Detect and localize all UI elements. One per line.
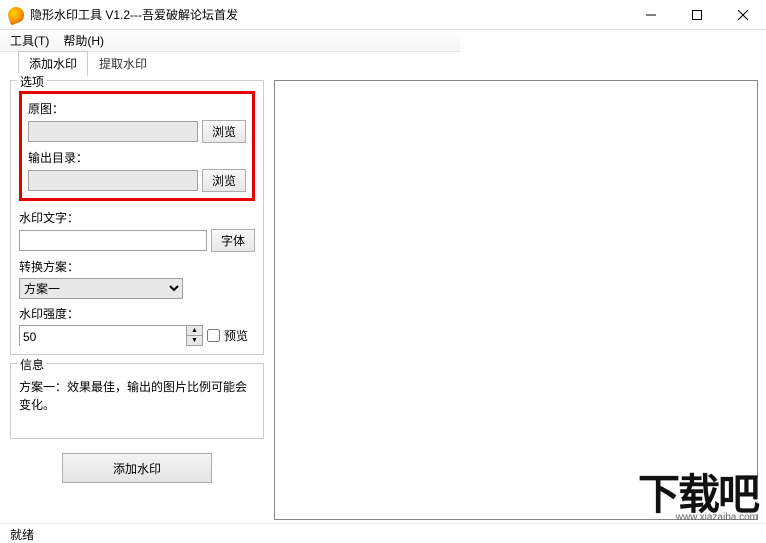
menu-bar: 工具(T) 帮助(H): [0, 30, 460, 52]
original-image-input[interactable]: [28, 121, 198, 142]
add-watermark-button[interactable]: 添加水印: [62, 453, 212, 483]
strength-label: 水印强度：: [19, 305, 255, 322]
preview-panel: [274, 80, 758, 520]
strength-spinner[interactable]: ▲ ▼: [19, 325, 203, 346]
tab-extract-watermark[interactable]: 提取水印: [88, 51, 158, 76]
window-title: 隐形水印工具 V1.2---吾爱破解论坛首发: [30, 6, 238, 23]
info-group: 信息 方案一：效果最佳，输出的图片比例可能会变化。: [10, 363, 264, 439]
watermark-text-label: 水印文字：: [19, 209, 255, 226]
scheme-select[interactable]: 方案一: [19, 278, 183, 299]
menu-tools[interactable]: 工具(T): [10, 32, 49, 49]
font-button[interactable]: 字体: [211, 229, 255, 252]
status-text: 就绪: [10, 528, 34, 542]
original-image-label: 原图：: [28, 100, 246, 117]
status-bar: 就绪: [0, 523, 766, 543]
options-group: 选项 原图： 浏览 输出目录： 浏览: [10, 80, 264, 355]
menu-help[interactable]: 帮助(H): [63, 32, 104, 49]
app-icon: [6, 4, 27, 25]
spin-up-icon[interactable]: ▲: [187, 326, 202, 336]
output-dir-input[interactable]: [28, 170, 198, 191]
options-group-title: 选项: [17, 73, 47, 90]
scheme-label: 转换方案：: [19, 258, 255, 275]
minimize-button[interactable]: [628, 0, 674, 30]
tab-strip: 添加水印 提取水印: [0, 52, 766, 76]
maximize-button[interactable]: [674, 0, 720, 30]
watermark-text-input[interactable]: [19, 230, 207, 251]
info-group-title: 信息: [17, 356, 47, 373]
highlighted-required-fields: 原图： 浏览 输出目录： 浏览: [19, 91, 255, 201]
preview-checkbox[interactable]: [207, 329, 220, 342]
browse-output-button[interactable]: 浏览: [202, 169, 246, 192]
spin-down-icon[interactable]: ▼: [187, 336, 202, 345]
title-bar: 隐形水印工具 V1.2---吾爱破解论坛首发: [0, 0, 766, 30]
output-dir-label: 输出目录：: [28, 149, 246, 166]
preview-label: 预览: [224, 327, 248, 344]
browse-original-button[interactable]: 浏览: [202, 120, 246, 143]
info-text: 方案一：效果最佳，输出的图片比例可能会变化。: [19, 378, 255, 414]
strength-input[interactable]: [20, 326, 186, 347]
close-button[interactable]: [720, 0, 766, 30]
